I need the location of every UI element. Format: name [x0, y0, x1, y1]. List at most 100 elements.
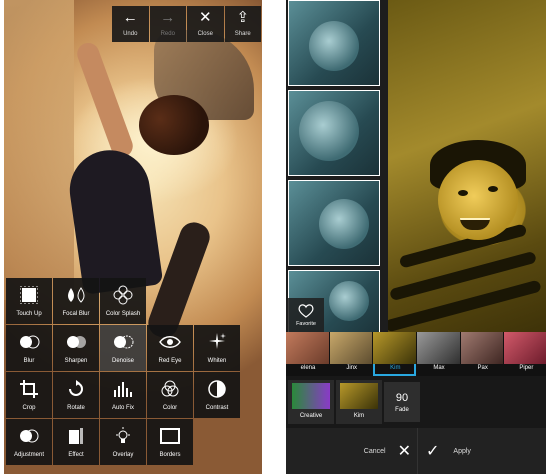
tool-denoise[interactable]: Denoise [100, 325, 146, 371]
filter-kim[interactable]: Kim [373, 332, 417, 376]
tool-rotate[interactable]: Rotate [53, 372, 99, 418]
share-label: Share [234, 31, 251, 37]
auto-fix-icon [112, 378, 134, 400]
tool-label: Rotate [67, 405, 85, 411]
filter-jinx[interactable]: Jinx [329, 332, 373, 376]
contrast-icon [206, 378, 228, 400]
tool-whiten[interactable]: Whiten [194, 325, 240, 371]
filter-max[interactable]: Max [417, 332, 460, 376]
fade-value: 90 [395, 391, 409, 404]
tool-label: Crop [22, 405, 36, 411]
filter-label: Max [433, 365, 445, 371]
filter-label: Jinx [346, 365, 357, 371]
fade-label: Fade [395, 406, 409, 413]
close-label: Close [197, 31, 213, 37]
apply-button[interactable]: ✓ Apply [417, 428, 546, 474]
filter-thumbnail [286, 332, 329, 364]
filter-elena[interactable]: elena [286, 332, 329, 376]
checkmark-icon: ✓ [426, 443, 440, 460]
tool-label: Denoise [111, 358, 134, 364]
effect-label: Kim [353, 413, 365, 419]
top-toolbar: ← Undo → Redo ✕ Close ⇪ Share [112, 6, 262, 42]
tool-auto-fix[interactable]: Auto Fix [100, 372, 146, 418]
effect-panel: Creative Kim 90 Fade [286, 376, 546, 428]
tool-red-eye[interactable]: Red Eye [147, 325, 193, 371]
share-button[interactable]: ⇪ Share [224, 6, 261, 42]
thumb-face [309, 21, 359, 71]
filter-label: Piper [519, 365, 534, 371]
denoise-icon [112, 331, 134, 353]
photo-arm [74, 39, 136, 161]
tool-label: Auto Fix [111, 405, 134, 411]
filter-thumbnail [373, 332, 417, 364]
effect-category-creative[interactable]: Creative [288, 380, 334, 424]
preview-photo [388, 0, 546, 340]
arrow-left-icon: ← [122, 9, 138, 26]
close-icon: ✕ [397, 443, 411, 460]
right-phone-screen: Favorite elena Jinx Kim Max Pax Piper Creativ… [286, 0, 546, 474]
filter-label: Kim [390, 365, 401, 371]
tool-label: Color Splash [105, 311, 141, 317]
favorite-button[interactable]: Favorite [288, 298, 324, 332]
tool-crop[interactable]: Crop [6, 372, 52, 418]
tool-overlay[interactable]: Overlay [100, 419, 146, 465]
tool-label: Overlay [112, 452, 134, 458]
tool-label: Sharpen [64, 358, 88, 364]
tool-focal-blur[interactable]: Focal Blur [53, 278, 99, 324]
filter-piper[interactable]: Piper [504, 332, 546, 376]
tool-color-splash[interactable]: Color Splash [100, 278, 146, 324]
effect-kim[interactable]: Kim [336, 380, 382, 424]
cancel-button[interactable]: Cancel ✕ [286, 428, 417, 474]
tool-label: Focal Blur [62, 311, 90, 317]
thumb-face [299, 101, 359, 161]
blur-icon [18, 331, 40, 353]
tool-borders[interactable]: Borders [147, 419, 193, 465]
heart-icon [298, 303, 314, 318]
tool-adjustment[interactable]: Adjustment [6, 419, 52, 465]
arrow-right-icon: → [160, 9, 176, 26]
tool-contrast[interactable]: Contrast [194, 372, 240, 418]
undo-label: Undo [123, 31, 138, 37]
favorite-label: Favorite [296, 320, 316, 327]
redo-button[interactable]: → Redo [149, 6, 186, 42]
history-thumbnail[interactable] [288, 90, 380, 176]
tool-label: Borders [159, 452, 181, 458]
fade-control[interactable]: 90 Fade [384, 382, 420, 422]
effect-label: Creative [299, 413, 323, 419]
tool-label: Adjustment [13, 452, 44, 458]
overlay-icon [112, 425, 134, 447]
tool-sharpen[interactable]: Sharpen [53, 325, 99, 371]
filter-thumbnail [329, 332, 373, 364]
effect-icon [65, 425, 87, 447]
history-thumbnail[interactable] [288, 0, 380, 86]
photo-eye [458, 190, 468, 196]
apply-label: Apply [453, 447, 471, 455]
adjustment-icon [18, 425, 40, 447]
sharpen-icon [65, 331, 87, 353]
tool-color[interactable]: Color [147, 372, 193, 418]
photo-eye [488, 186, 498, 192]
close-icon: ✕ [198, 9, 212, 26]
thumb-face [329, 281, 369, 321]
photo-hair [139, 95, 209, 155]
filter-thumbnail [417, 332, 460, 364]
redo-label: Redo [160, 31, 175, 37]
tool-touch-up[interactable]: Touch Up [6, 278, 52, 324]
history-thumbnails [286, 0, 382, 340]
filter-thumbnail [504, 332, 546, 364]
filter-thumbnail [460, 332, 504, 364]
tool-effect[interactable]: Effect [53, 419, 99, 465]
filter-pax[interactable]: Pax [460, 332, 504, 376]
undo-button[interactable]: ← Undo [112, 6, 149, 42]
filter-label: elena [300, 365, 316, 371]
cancel-label: Cancel [363, 447, 386, 455]
close-button[interactable]: ✕ Close [187, 6, 224, 42]
history-thumbnail[interactable] [288, 180, 380, 266]
tool-label: Blur [23, 358, 35, 364]
red-eye-icon [159, 331, 181, 353]
tool-blur[interactable]: Blur [6, 325, 52, 371]
photo-figure [64, 145, 164, 295]
color-splash-icon [112, 284, 134, 306]
share-icon: ⇪ [236, 9, 250, 26]
kim-thumbnail [340, 383, 378, 409]
